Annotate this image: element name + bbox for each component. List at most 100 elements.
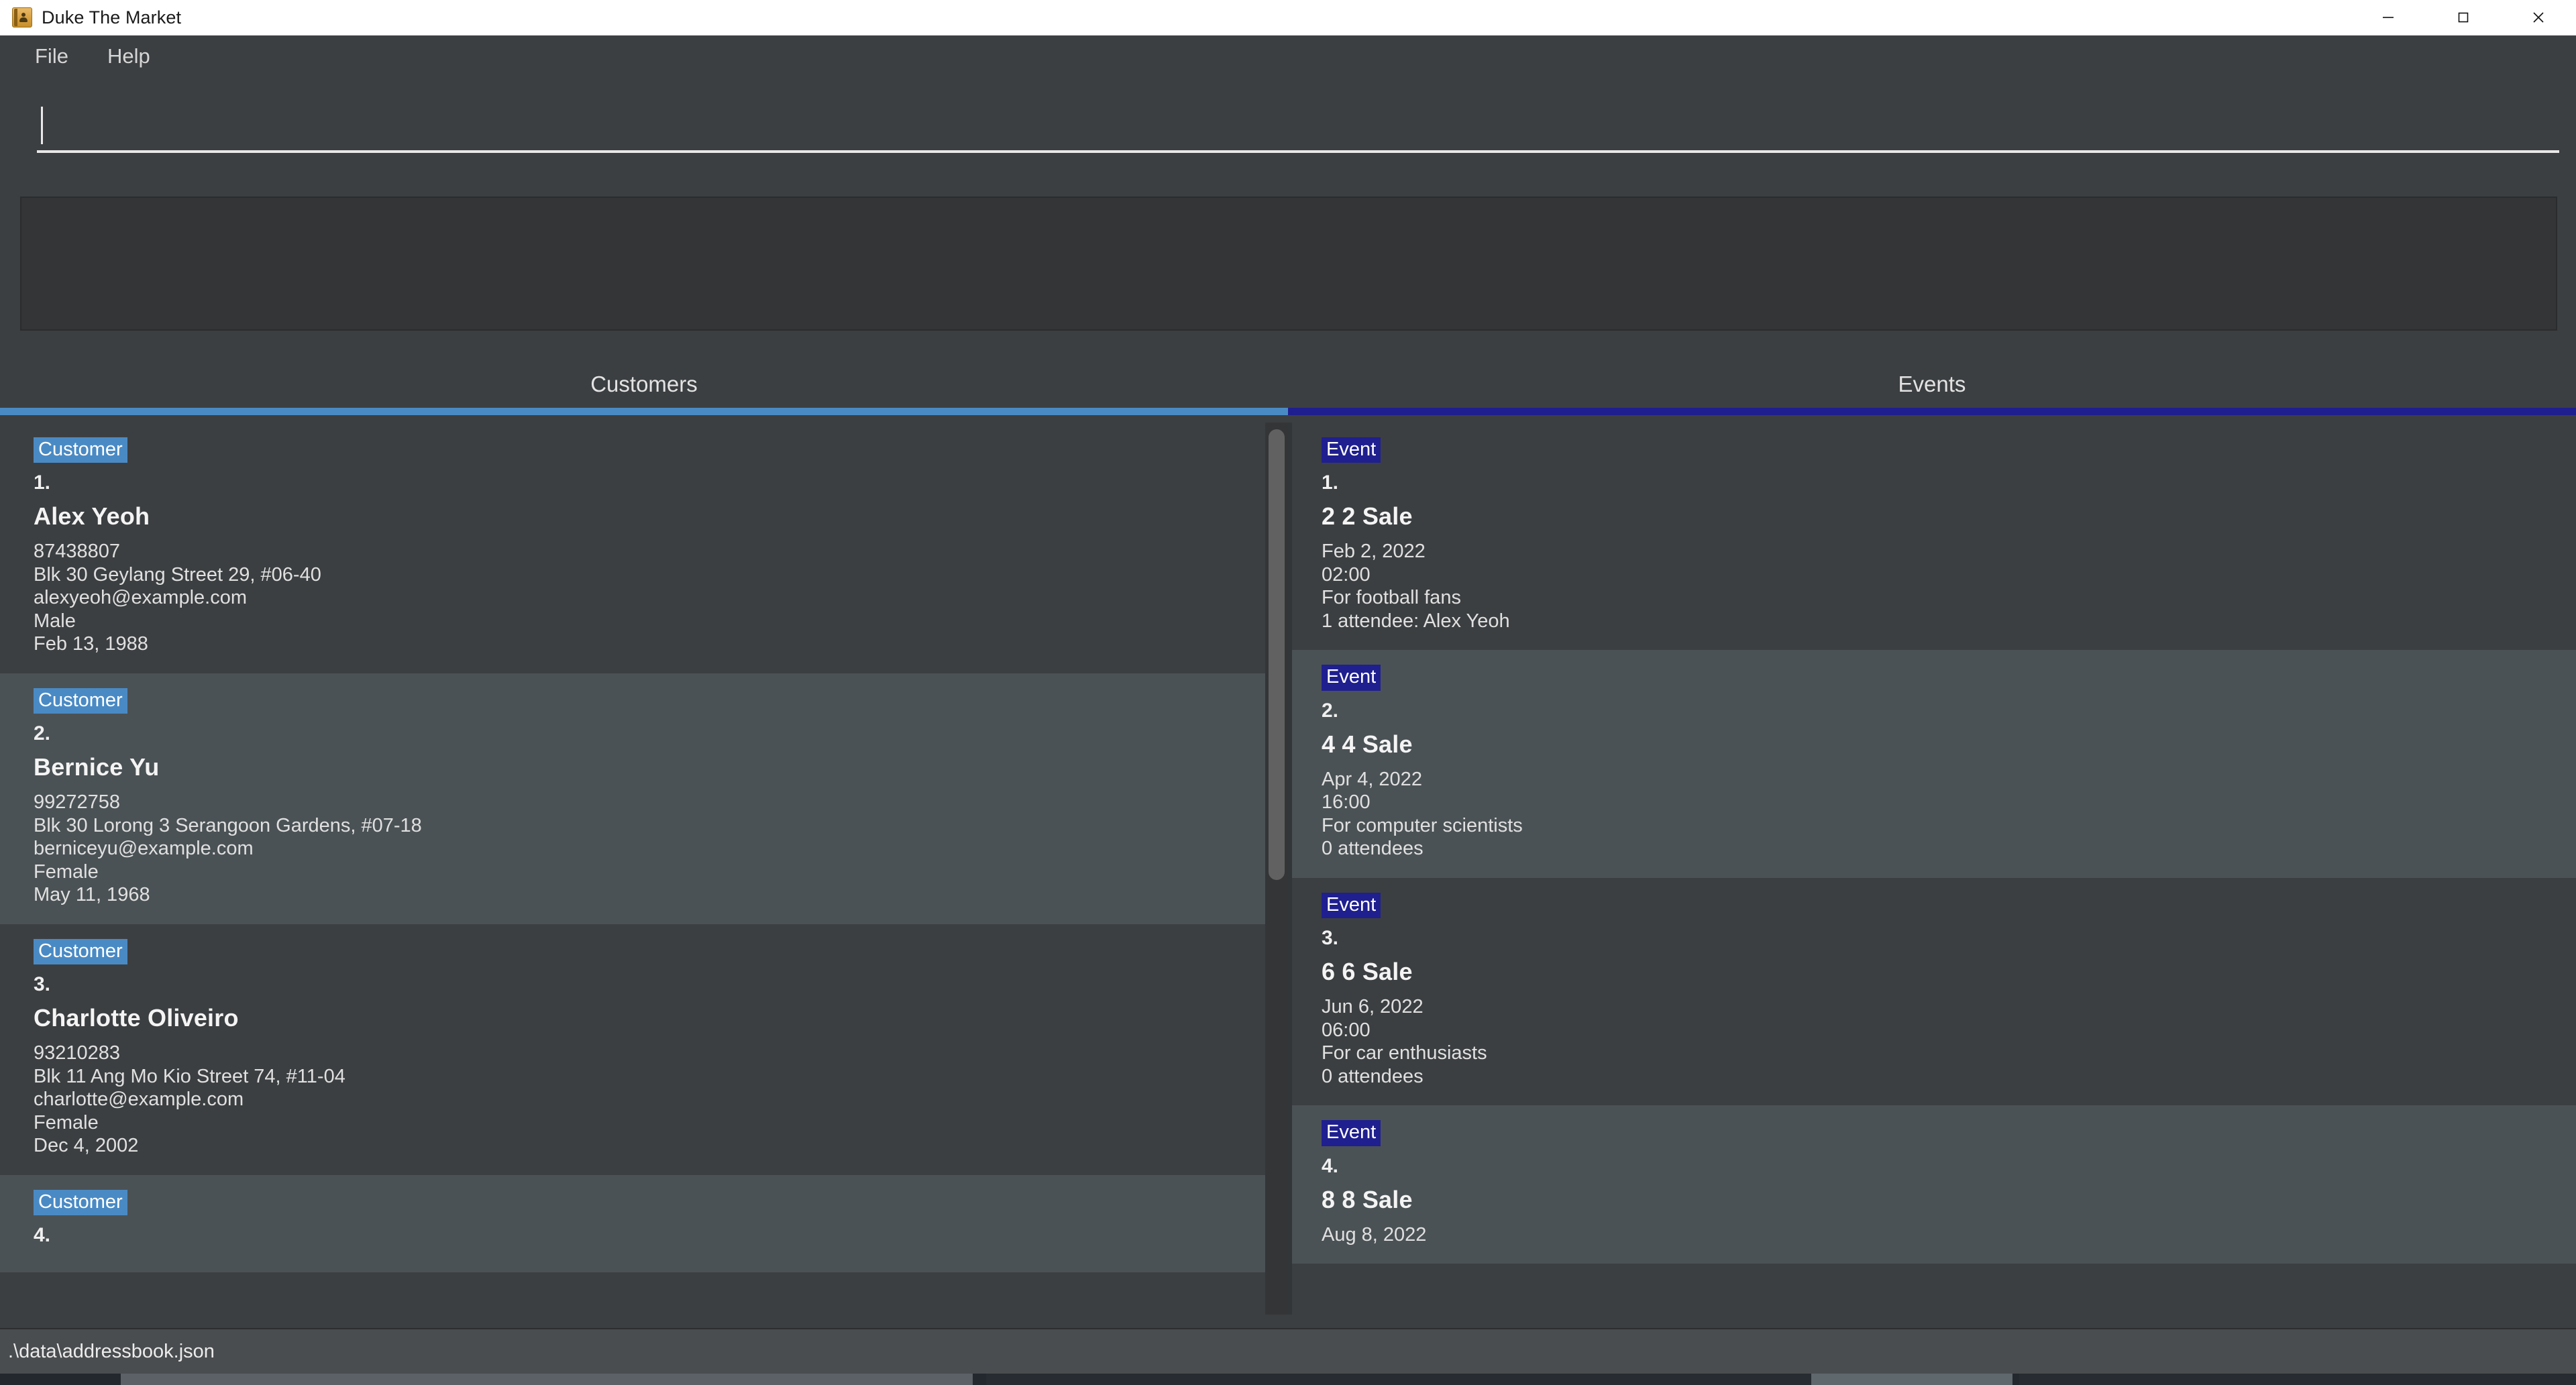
customer-gender: Female [34,861,99,883]
close-icon[interactable] [2501,0,2576,36]
menu-item-file[interactable]: File [20,40,83,72]
customer-badge: Customer [34,437,127,463]
customer-address: Blk 30 Lorong 3 Serangoon Gardens, #07-1… [34,814,422,836]
customer-badge: Customer [34,938,127,965]
customer-birthday: May 11, 1968 [34,884,150,906]
event-date: Feb 2, 2022 [1322,541,1426,563]
event-badge: Event [1322,1120,1381,1146]
customer-birthday: Feb 13, 1988 [34,633,148,655]
event-attendees: 0 attendees [1322,1065,1424,1087]
event-index: 4. [1322,1154,1339,1177]
result-display-box [20,197,2557,331]
event-description: For football fans [1322,587,1461,609]
customer-list-scrollbar[interactable] [1265,423,1288,1315]
status-bar: .\data\addressbook.json [0,1329,2576,1374]
event-badge: Event [1322,892,1381,919]
customer-list-panel: Customer 1. Alex Yeoh 87438807 Blk 30 Ge… [0,423,1288,1315]
event-name: 8 8 Sale [1322,1185,1413,1213]
customer-address: Blk 30 Geylang Street 29, #06-40 [34,563,321,586]
person-glyph [19,12,28,23]
application-window: Duke The Market File Help Customers Even… [0,0,2576,1385]
customer-phone: 87438807 [34,541,121,563]
event-name: 6 6 Sale [1322,958,1413,986]
event-name: 4 4 Sale [1322,730,1413,758]
address-book-icon [12,7,32,27]
customer-phone: 93210283 [34,1042,121,1064]
customer-gender: Female [34,1111,99,1133]
customer-email: alexyeoh@example.com [34,587,247,609]
customer-phone: 99272758 [34,791,121,814]
customer-index: 1. [34,472,51,494]
menu-item-help[interactable]: Help [93,40,165,72]
customer-birthday: Dec 4, 2002 [34,1135,139,1157]
event-time: 16:00 [1322,791,1371,814]
customer-list-item[interactable]: Customer 2. Bernice Yu 99272758 Blk 30 L… [0,673,1288,924]
menu-bar: File Help [0,36,2576,77]
event-time: 06:00 [1322,1019,1371,1041]
taskbar-segment [2019,1374,2576,1385]
customer-badge: Customer [34,1189,127,1216]
content-panels: Customer 1. Alex Yeoh 87438807 Blk 30 Ge… [0,423,2576,1315]
tab-customers-label: Customers [590,372,698,396]
event-index: 3. [1322,927,1339,950]
tab-customers[interactable]: Customers [0,355,1288,423]
event-description: For car enthusiasts [1322,1042,1487,1064]
event-description: For computer scientists [1322,814,1523,836]
event-list-item[interactable]: Event 3. 6 6 Sale Jun 6, 2022 06:00 For … [1288,877,2576,1106]
event-list-item[interactable]: Event 4. 8 8 Sale Aug 8, 2022 [1288,1105,2576,1264]
panel-divider [1288,423,1292,1315]
result-display-text [21,198,2556,219]
customer-address: Blk 11 Ang Mo Kio Street 74, #11-04 [34,1065,345,1087]
customer-list-item[interactable]: Customer 3. Charlotte Oliveiro 93210283 … [0,924,1288,1175]
customer-email: charlotte@example.com [34,1089,244,1111]
event-index: 1. [1322,472,1339,494]
event-list-panel: Event 1. 2 2 Sale Feb 2, 2022 02:00 For … [1288,423,2576,1315]
customer-index: 2. [34,722,51,745]
text-caret [41,107,43,144]
customer-name: Bernice Yu [34,753,160,781]
customer-badge: Customer [34,687,127,714]
window-title: Duke The Market [42,7,182,27]
customer-list-item[interactable]: Customer 1. Alex Yeoh 87438807 Blk 30 Ge… [0,423,1288,673]
event-list-item[interactable]: Event 1. 2 2 Sale Feb 2, 2022 02:00 For … [1288,423,2576,651]
event-badge: Event [1322,665,1381,691]
customer-name: Charlotte Oliveiro [34,1004,239,1032]
command-box-area [0,77,2576,174]
event-date: Aug 8, 2022 [1322,1223,1427,1245]
result-display-area [0,174,2576,355]
window-controls [2351,0,2576,36]
taskbar-segment [121,1374,973,1385]
command-input[interactable] [37,101,2559,153]
customer-gender: Male [34,610,76,632]
tab-events-underline [1288,408,2576,415]
event-list: Event 1. 2 2 Sale Feb 2, 2022 02:00 For … [1288,423,2576,1315]
tab-bar: Customers Events [0,355,2576,423]
maximize-icon[interactable] [2426,0,2501,36]
title-bar: Duke The Market [0,0,2576,36]
customer-list-item[interactable]: Customer 4. [0,1174,1288,1273]
tab-events-label: Events [1898,372,1966,396]
customer-list: Customer 1. Alex Yeoh 87438807 Blk 30 Ge… [0,423,1288,1315]
status-bar-separator [0,1315,2576,1329]
customer-email: berniceyu@example.com [34,838,254,860]
customer-name: Alex Yeoh [34,502,150,531]
event-name: 2 2 Sale [1322,502,1413,531]
event-list-item[interactable]: Event 2. 4 4 Sale Apr 4, 2022 16:00 For … [1288,650,2576,878]
customer-index: 3. [34,973,51,996]
customer-index: 4. [34,1224,51,1247]
event-badge: Event [1322,437,1381,463]
event-time: 02:00 [1322,563,1371,586]
event-index: 2. [1322,699,1339,722]
tab-events[interactable]: Events [1288,355,2576,423]
event-attendees: 1 attendee: Alex Yeoh [1322,610,1510,632]
os-taskbar [0,1374,2576,1385]
save-location-status: .\data\addressbook.json [8,1340,215,1362]
tab-customers-underline [0,408,1288,415]
taskbar-segment [1811,1374,2012,1385]
event-date: Jun 6, 2022 [1322,996,1424,1018]
event-date: Apr 4, 2022 [1322,768,1422,790]
taskbar-segment [986,1374,1811,1385]
event-attendees: 0 attendees [1322,838,1424,860]
customer-scrollbar-thumb[interactable] [1269,429,1285,880]
minimize-icon[interactable] [2351,0,2426,36]
